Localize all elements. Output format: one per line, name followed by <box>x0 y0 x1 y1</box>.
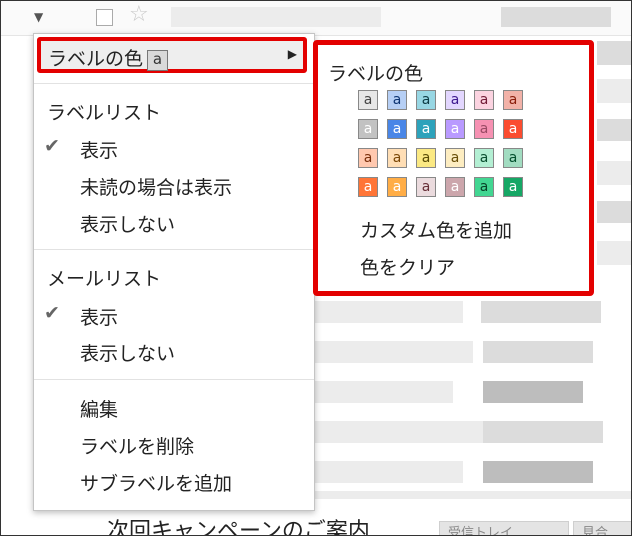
color-swatch[interactable]: a <box>445 119 465 139</box>
menu-item-mail-list-show[interactable]: ✔ 表示 <box>34 298 314 332</box>
label-color-text: ラベルの色 a <box>48 44 169 71</box>
color-swatch[interactable]: a <box>358 90 378 110</box>
menu-divider <box>34 83 314 84</box>
label-color-swatch: a <box>147 50 169 71</box>
color-swatch[interactable]: a <box>358 148 378 168</box>
color-swatch[interactable]: a <box>445 90 465 110</box>
color-swatch[interactable]: a <box>387 177 407 197</box>
color-swatch[interactable]: a <box>387 148 407 168</box>
menu-item-add-sublabel[interactable]: サブラベルを追加 <box>34 464 314 498</box>
mail-subject-text: 次回キャンペーンのご案内 <box>107 519 370 536</box>
tag-button[interactable]: 見合 <box>573 521 631 535</box>
menu-item-label-list-show[interactable]: ✔ 表示 <box>34 131 314 165</box>
color-swatch[interactable]: a <box>445 148 465 168</box>
color-swatch[interactable]: a <box>445 177 465 197</box>
star-icon[interactable]: ☆ <box>129 4 149 26</box>
toolbar-row: ▼ ☆ <box>1 1 631 36</box>
color-swatch[interactable]: a <box>474 177 494 197</box>
gmail-window: ▼ ☆ 次回キャンペーンのご案内 受信トレイ 見合 ラベルの色 a ▶ ラベルリ… <box>0 0 632 536</box>
color-swatch[interactable]: a <box>358 119 378 139</box>
color-swatch[interactable]: a <box>387 90 407 110</box>
submenu-arrow-icon: ▶ <box>287 47 297 61</box>
color-swatch[interactable]: a <box>416 119 436 139</box>
menu-item-label-list-show-if-unread[interactable]: 未読の場合は表示 <box>34 168 314 202</box>
clear-color-button[interactable]: 色をクリア <box>360 253 455 280</box>
mail-list-heading: メールリスト <box>47 268 162 290</box>
color-swatch[interactable]: a <box>474 90 494 110</box>
menu-item-label-list-hide[interactable]: 表示しない <box>34 205 314 239</box>
menu-divider <box>34 379 314 380</box>
color-swatch[interactable]: a <box>503 148 523 168</box>
color-swatch[interactable]: a <box>416 90 436 110</box>
color-swatch[interactable]: a <box>474 119 494 139</box>
color-swatch[interactable]: a <box>503 119 523 139</box>
color-swatch[interactable]: a <box>387 119 407 139</box>
color-swatch[interactable]: a <box>358 177 378 197</box>
color-swatch[interactable]: a <box>416 148 436 168</box>
submenu-title: ラベルの色 <box>328 63 424 85</box>
menu-item-delete-label[interactable]: ラベルを削除 <box>34 427 314 461</box>
label-context-menu: ラベルの色 a ▶ ラベルリスト ✔ 表示 未読の場合は表示 表示しない メールリ… <box>33 33 315 511</box>
color-swatch[interactable]: a <box>503 90 523 110</box>
checkmark-icon: ✔ <box>44 135 60 157</box>
color-swatch[interactable]: a <box>416 177 436 197</box>
color-swatch[interactable]: a <box>474 148 494 168</box>
select-checkbox[interactable] <box>96 9 113 26</box>
label-color-submenu: ラベルの色 aaaaaaaaaaaaaaaaaaaaaaaa カスタム色を追加 … <box>313 40 594 296</box>
inbox-tag-button[interactable]: 受信トレイ <box>439 521 569 535</box>
checkmark-icon: ✔ <box>44 302 60 324</box>
menu-divider <box>34 249 314 250</box>
color-swatch[interactable]: a <box>503 177 523 197</box>
menu-item-mail-list-hide[interactable]: 表示しない <box>34 334 314 368</box>
menu-item-edit[interactable]: 編集 <box>34 390 314 424</box>
menu-item-label-color[interactable]: ラベルの色 a ▶ <box>37 37 307 73</box>
add-custom-color-button[interactable]: カスタム色を追加 <box>360 216 512 243</box>
dropdown-arrow-icon[interactable]: ▼ <box>34 10 43 24</box>
label-list-heading: ラベルリスト <box>47 102 162 124</box>
